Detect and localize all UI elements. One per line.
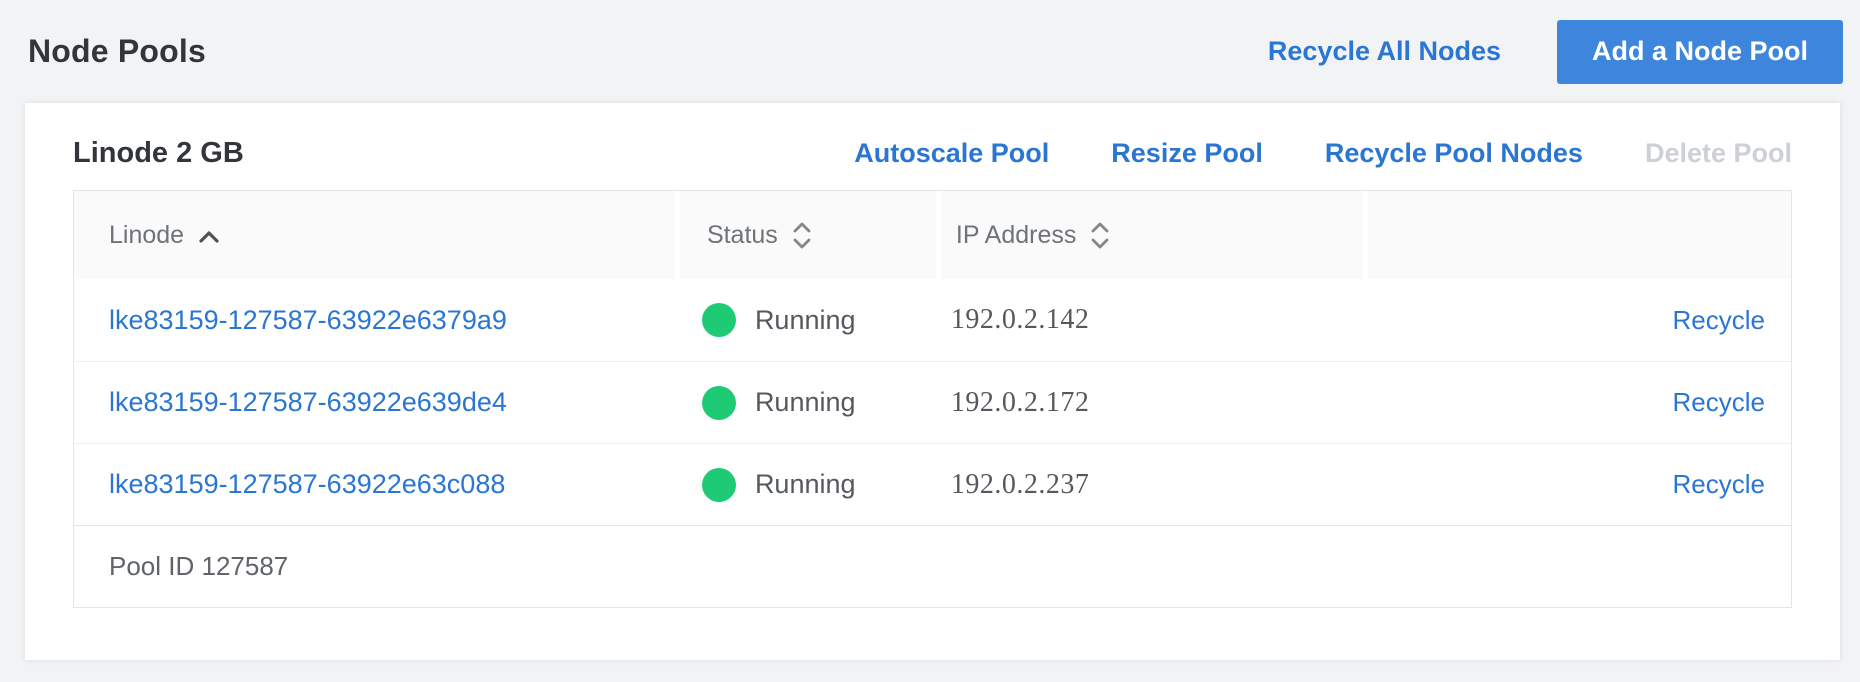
column-header-ip-label: IP Address bbox=[956, 221, 1076, 250]
add-node-pool-button[interactable]: Add a Node Pool bbox=[1557, 20, 1843, 84]
column-header-status[interactable]: Status bbox=[675, 191, 936, 279]
ip-address: 192.0.2.172 bbox=[951, 387, 1090, 419]
status-running-dot bbox=[702, 386, 736, 420]
node-table-body: lke83159-127587-63922e6379a9 Running 192… bbox=[74, 279, 1791, 525]
node-table-header: Linode Status bbox=[74, 191, 1791, 279]
autoscale-pool-link[interactable]: Autoscale Pool bbox=[854, 138, 1049, 169]
recycle-pool-nodes-link[interactable]: Recycle Pool Nodes bbox=[1325, 138, 1583, 169]
recycle-node-link[interactable]: Recycle bbox=[1672, 387, 1764, 418]
ip-address: 192.0.2.237 bbox=[951, 469, 1090, 501]
node-actions-cell: Recycle bbox=[1363, 444, 1791, 525]
node-row-2: lke83159-127587-63922e639de4 Running 192… bbox=[74, 361, 1791, 443]
status-label: Running bbox=[755, 387, 856, 418]
node-name-cell: lke83159-127587-63922e63c088 bbox=[74, 444, 675, 525]
sort-both-icon bbox=[792, 222, 812, 249]
pool-id-label: Pool ID 127587 bbox=[109, 551, 288, 582]
node-actions-cell: Recycle bbox=[1363, 279, 1791, 361]
node-table: Linode Status bbox=[73, 190, 1792, 608]
status-label: Running bbox=[755, 305, 856, 336]
node-row-3: lke83159-127587-63922e63c088 Running 192… bbox=[74, 443, 1791, 525]
recycle-node-link[interactable]: Recycle bbox=[1672, 469, 1764, 500]
node-pool-card: Linode 2 GB Autoscale Pool Resize Pool R… bbox=[25, 103, 1840, 660]
node-status-cell: Running bbox=[675, 362, 936, 443]
page-title: Node Pools bbox=[28, 33, 206, 70]
node-status-cell: Running bbox=[675, 444, 936, 525]
ip-address: 192.0.2.142 bbox=[951, 304, 1090, 336]
pool-id-row: Pool ID 127587 bbox=[74, 525, 1791, 607]
node-ip-cell: 192.0.2.237 bbox=[936, 444, 1364, 525]
recycle-all-nodes-link[interactable]: Recycle All Nodes bbox=[1268, 36, 1501, 67]
node-link[interactable]: lke83159-127587-63922e63c088 bbox=[109, 469, 505, 500]
node-name-cell: lke83159-127587-63922e639de4 bbox=[74, 362, 675, 443]
recycle-node-link[interactable]: Recycle bbox=[1672, 305, 1764, 336]
column-header-linode[interactable]: Linode bbox=[74, 191, 675, 279]
column-header-actions bbox=[1363, 191, 1791, 279]
resize-pool-link[interactable]: Resize Pool bbox=[1111, 138, 1263, 169]
sort-asc-icon bbox=[198, 221, 220, 250]
node-ip-cell: 192.0.2.172 bbox=[936, 362, 1364, 443]
delete-pool-link[interactable]: Delete Pool bbox=[1645, 138, 1792, 169]
node-actions-cell: Recycle bbox=[1363, 362, 1791, 443]
pool-header: Linode 2 GB Autoscale Pool Resize Pool R… bbox=[73, 103, 1792, 190]
node-status-cell: Running bbox=[675, 279, 936, 361]
status-running-dot bbox=[702, 468, 736, 502]
column-header-ip-address[interactable]: IP Address bbox=[936, 191, 1364, 279]
pool-title: Linode 2 GB bbox=[73, 137, 244, 170]
pool-actions: Autoscale Pool Resize Pool Recycle Pool … bbox=[854, 138, 1792, 169]
node-ip-cell: 192.0.2.142 bbox=[936, 279, 1364, 361]
node-link[interactable]: lke83159-127587-63922e6379a9 bbox=[109, 305, 507, 336]
status-label: Running bbox=[755, 469, 856, 500]
sort-both-icon bbox=[1090, 222, 1110, 249]
header-row: Linode Status bbox=[74, 191, 1791, 279]
page-header: Node Pools Recycle All Nodes Add a Node … bbox=[0, 0, 1860, 103]
node-row-1: lke83159-127587-63922e6379a9 Running 192… bbox=[74, 279, 1791, 361]
page-header-actions: Recycle All Nodes Add a Node Pool bbox=[1268, 20, 1843, 84]
column-header-linode-label: Linode bbox=[109, 221, 184, 250]
column-header-status-label: Status bbox=[707, 221, 778, 250]
node-pools-page: Node Pools Recycle All Nodes Add a Node … bbox=[0, 0, 1860, 682]
status-running-dot bbox=[702, 303, 736, 337]
node-table-footer: Pool ID 127587 bbox=[74, 525, 1791, 607]
node-link[interactable]: lke83159-127587-63922e639de4 bbox=[109, 387, 507, 418]
node-name-cell: lke83159-127587-63922e6379a9 bbox=[74, 279, 675, 361]
